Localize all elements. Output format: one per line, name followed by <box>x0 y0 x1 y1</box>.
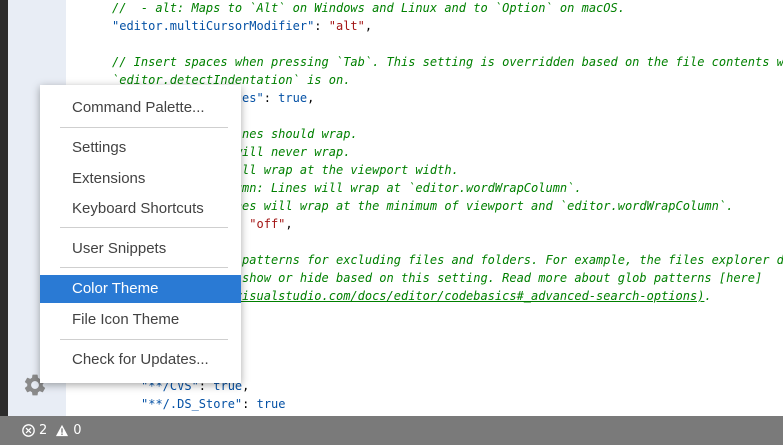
code-token: . <box>704 289 712 303</box>
menu-separator <box>60 127 228 128</box>
code-token: // Insert spaces when pressing `Tab`. Th… <box>112 55 783 69</box>
code-token: , <box>285 217 293 231</box>
code-token: "alt" <box>328 19 365 33</box>
code-token: , <box>307 91 315 105</box>
menu-item-user-snippets[interactable]: User Snippets <box>40 235 241 263</box>
menu-item-keyboard-shortcuts[interactable]: Keyboard Shortcuts <box>40 195 241 223</box>
code-line: // - alt: Maps to `Alt` on Windows and L… <box>112 0 625 17</box>
menu-item-command-palette[interactable]: Command Palette... <box>40 94 241 122</box>
warning-icon <box>56 424 69 437</box>
menu-separator <box>60 339 228 340</box>
code-token: "off" <box>249 217 286 231</box>
menu-item-check-for-updates[interactable]: Check for Updates... <box>40 346 241 374</box>
code-token: true <box>278 91 308 105</box>
code-token: "editor.multiCursorModifier" <box>112 19 315 33</box>
problems-indicator[interactable]: 2 0 <box>22 416 82 445</box>
code-token: : <box>314 19 329 33</box>
code-token: : <box>242 397 257 411</box>
error-icon <box>22 424 35 437</box>
menu-separator <box>60 227 228 228</box>
activity-bar <box>0 0 8 416</box>
code-token: true <box>256 397 286 411</box>
code-line: // Insert spaces when pressing `Tab`. Th… <box>112 53 783 71</box>
menu-separator <box>60 267 228 268</box>
error-count: 2 <box>39 423 48 438</box>
code-token: , <box>242 379 250 393</box>
code-token: , <box>364 19 373 33</box>
code-token: // - alt: Maps to `Alt` on Windows and L… <box>112 1 625 15</box>
manage-context-menu: Command Palette... Settings Extensions Keyb… <box>40 85 241 383</box>
menu-item-extensions[interactable]: Extensions <box>40 165 241 193</box>
menu-item-file-icon-theme[interactable]: File Icon Theme <box>40 306 241 334</box>
code-token: "**/.DS_Store" <box>141 397 243 411</box>
code-line: "**/.DS_Store": true <box>141 395 286 413</box>
warning-count: 0 <box>73 423 82 438</box>
code-line: "editor.multiCursorModifier": "alt", <box>112 17 372 35</box>
status-bar: 2 0 <box>0 416 783 445</box>
menu-item-settings[interactable]: Settings <box>40 134 241 162</box>
menu-item-color-theme[interactable]: Color Theme <box>40 275 241 303</box>
code-token: : <box>263 91 279 105</box>
